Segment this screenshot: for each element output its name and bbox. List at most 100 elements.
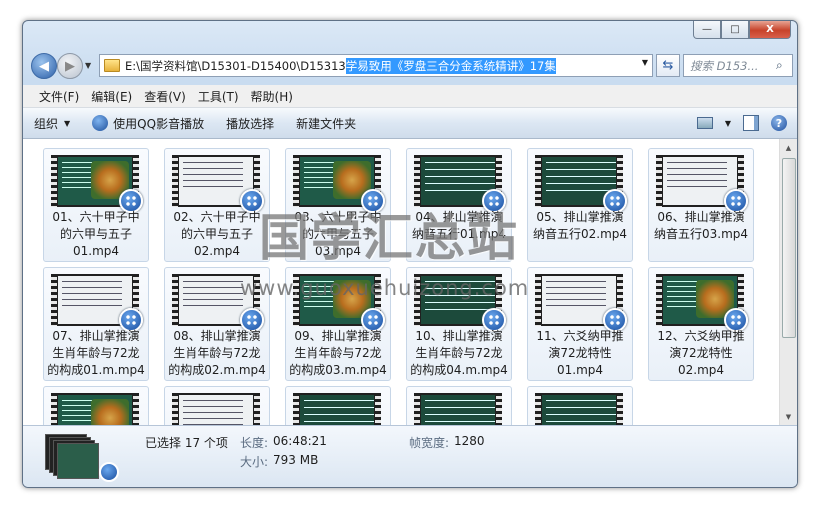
file-name-line: 02.mp4 [193,244,241,258]
file-name-line: 演72龙特性 [548,346,612,360]
selection-thumbnail-stack [45,434,103,480]
file-name-line: 08、排山掌推演 [173,329,261,343]
video-thumbnail [414,393,502,425]
file-item[interactable]: 01、六十甲子中 的六甲与五子 01.mp4 [43,148,149,262]
change-view-icon[interactable] [696,117,713,129]
address-bar[interactable]: E:\国学资料馆\D15301-D15400\D15313 学易致用《罗盘三合分… [99,54,653,77]
file-name: 06、排山掌推演 纳音五行03.mp4 [651,209,751,243]
file-name-line: 03.mp4 [314,244,362,258]
file-name-line: 05、排山掌推演 [536,210,624,224]
file-name: 02、六十甲子中 的六甲与五子 02.mp4 [167,209,267,260]
search-input[interactable]: 搜索 D153... [690,58,776,74]
length-label: 长度: [240,436,269,450]
address-path-selected: 学易致用《罗盘三合分金系统精讲》17集 [345,57,556,74]
file-name-line: 的构成01.m.mp4 [47,363,145,377]
file-name-line: 的六甲与五子 [59,227,132,241]
new-folder-label: 新建文件夹 [296,116,357,131]
file-name: 01、六十甲子中 的六甲与五子 01.mp4 [46,209,146,260]
frame-width-label: 帧宽度: [409,436,450,450]
menu-file[interactable]: 文件(F) [33,85,85,107]
file-name-line: 01、六十甲子中 [52,210,140,224]
file-name-line: 02、六十甲子中 [173,210,261,224]
organize-label: 组织 [34,116,59,131]
file-item[interactable]: 05、排山掌推演 纳音五行02.mp4 [527,148,633,262]
file-item[interactable] [164,386,270,425]
scroll-up-icon[interactable]: ▲ [780,139,797,156]
details-pane: 已选择 17 个项 长度: 06:48:21 大小: 793 MB 帧宽度: 1… [23,425,797,487]
file-name-line: 生肖年龄与72龙 [52,346,140,360]
view-dropdown-icon[interactable]: ▼ [725,119,731,128]
chevron-down-icon: ▼ [64,118,71,128]
video-thumbnail [293,393,381,425]
arrow-left-icon: ◀ [39,58,49,74]
file-item[interactable] [285,386,391,425]
menu-help[interactable]: 帮助(H) [245,85,299,107]
address-path: E:\国学资料馆\D15301-D15400\D15313 [125,58,346,73]
menu-tools[interactable]: 工具(T) [192,85,245,107]
organize-button[interactable]: 组织 ▼ [23,108,81,138]
vertical-scrollbar[interactable]: ▲ ▼ [779,139,797,425]
preview-pane-icon[interactable] [743,115,759,131]
file-name: 04、排山掌推演 纳音五行01.mp4 [409,209,509,243]
file-name: 12、六爻纳甲推 演72龙特性 02.mp4 [651,328,751,379]
scrollbar-thumb[interactable] [782,158,796,338]
search-icon[interactable]: ⌕ [776,58,792,74]
scroll-down-icon[interactable]: ▼ [780,408,797,425]
menu-view[interactable]: 查看(V) [138,85,192,107]
play-selection-button[interactable]: 播放选择 [215,108,285,138]
folder-icon [104,59,120,72]
refresh-button[interactable]: ⇆ [656,54,680,77]
file-name: 07、排山掌推演 生肖年龄与72龙 的构成01.m.mp4 [46,328,146,379]
file-item[interactable]: 11、六爻纳甲推 演72龙特性 01.mp4 [527,267,633,381]
file-name-line: 12、六爻纳甲推 [657,329,745,343]
video-thumbnail [51,393,139,425]
file-name-line: 03、六十甲子中 [294,210,382,224]
forward-button[interactable]: ▶ [57,53,83,79]
file-item[interactable]: 04、排山掌推演 纳音五行01.mp4 [406,148,512,262]
selected-count: 已选择 17 个项 [145,436,228,450]
file-name-line: 02.mp4 [677,363,725,377]
file-name-line: 演72龙特性 [669,346,733,360]
file-name-line: 10、排山掌推演 [415,329,503,343]
menu-bar: 文件(F) 编辑(E) 查看(V) 工具(T) 帮助(H) [23,85,797,108]
close-button[interactable]: X [749,21,791,39]
file-item[interactable]: 03、六十甲子中 的六甲与五子 03.mp4 [285,148,391,262]
play-selection-label: 播放选择 [226,116,275,131]
file-item[interactable]: 08、排山掌推演 生肖年龄与72龙 的构成02.m.mp4 [164,267,270,381]
minimize-button[interactable]: — [693,21,721,39]
length-value: 06:48:21 [273,434,327,448]
menu-edit[interactable]: 编辑(E) [85,85,138,107]
address-dropdown-icon[interactable]: ▼ [642,58,648,67]
file-item[interactable] [43,386,149,425]
size-value: 793 MB [273,453,319,467]
file-item[interactable]: 10、排山掌推演 生肖年龄与72龙 的构成04.m.mp4 [406,267,512,381]
qq-play-button[interactable]: 使用QQ影音播放 [81,108,215,138]
maximize-button[interactable]: □ [721,21,749,39]
file-name-line: 纳音五行01.mp4 [411,227,507,241]
explorer-window: — □ X ◀ ▶ ▼ E:\国学资料馆\D15301-D15400\D1531… [22,20,798,488]
new-folder-button[interactable]: 新建文件夹 [285,108,367,138]
file-name-line: 04、排山掌推演 [415,210,503,224]
file-name: 03、六十甲子中 的六甲与五子 03.mp4 [288,209,388,260]
help-icon[interactable]: ? [771,115,787,131]
recent-pages-dropdown[interactable]: ▼ [85,61,91,70]
file-item[interactable]: 06、排山掌推演 纳音五行03.mp4 [648,148,754,262]
file-name-line: 09、排山掌推演 [294,329,382,343]
video-thumbnail [535,393,623,425]
file-item[interactable]: 02、六十甲子中 的六甲与五子 02.mp4 [164,148,270,262]
qq-player-icon [92,115,109,131]
back-button[interactable]: ◀ [31,53,57,79]
file-name-line: 07、排山掌推演 [52,329,140,343]
file-item[interactable] [527,386,633,425]
file-name-line: 生肖年龄与72龙 [294,346,382,360]
file-name-line: 纳音五行03.mp4 [653,227,749,241]
file-item[interactable] [406,386,512,425]
file-item[interactable]: 07、排山掌推演 生肖年龄与72龙 的构成01.m.mp4 [43,267,149,381]
frame-width-value: 1280 [454,434,485,448]
file-name-line: 生肖年龄与72龙 [173,346,261,360]
search-box[interactable]: 搜索 D153... ⌕ [683,54,793,77]
qq-play-label: 使用QQ影音播放 [113,116,205,131]
file-item[interactable]: 12、六爻纳甲推 演72龙特性 02.mp4 [648,267,754,381]
file-item[interactable]: 09、排山掌推演 生肖年龄与72龙 的构成03.m.mp4 [285,267,391,381]
file-name-line: 生肖年龄与72龙 [415,346,503,360]
